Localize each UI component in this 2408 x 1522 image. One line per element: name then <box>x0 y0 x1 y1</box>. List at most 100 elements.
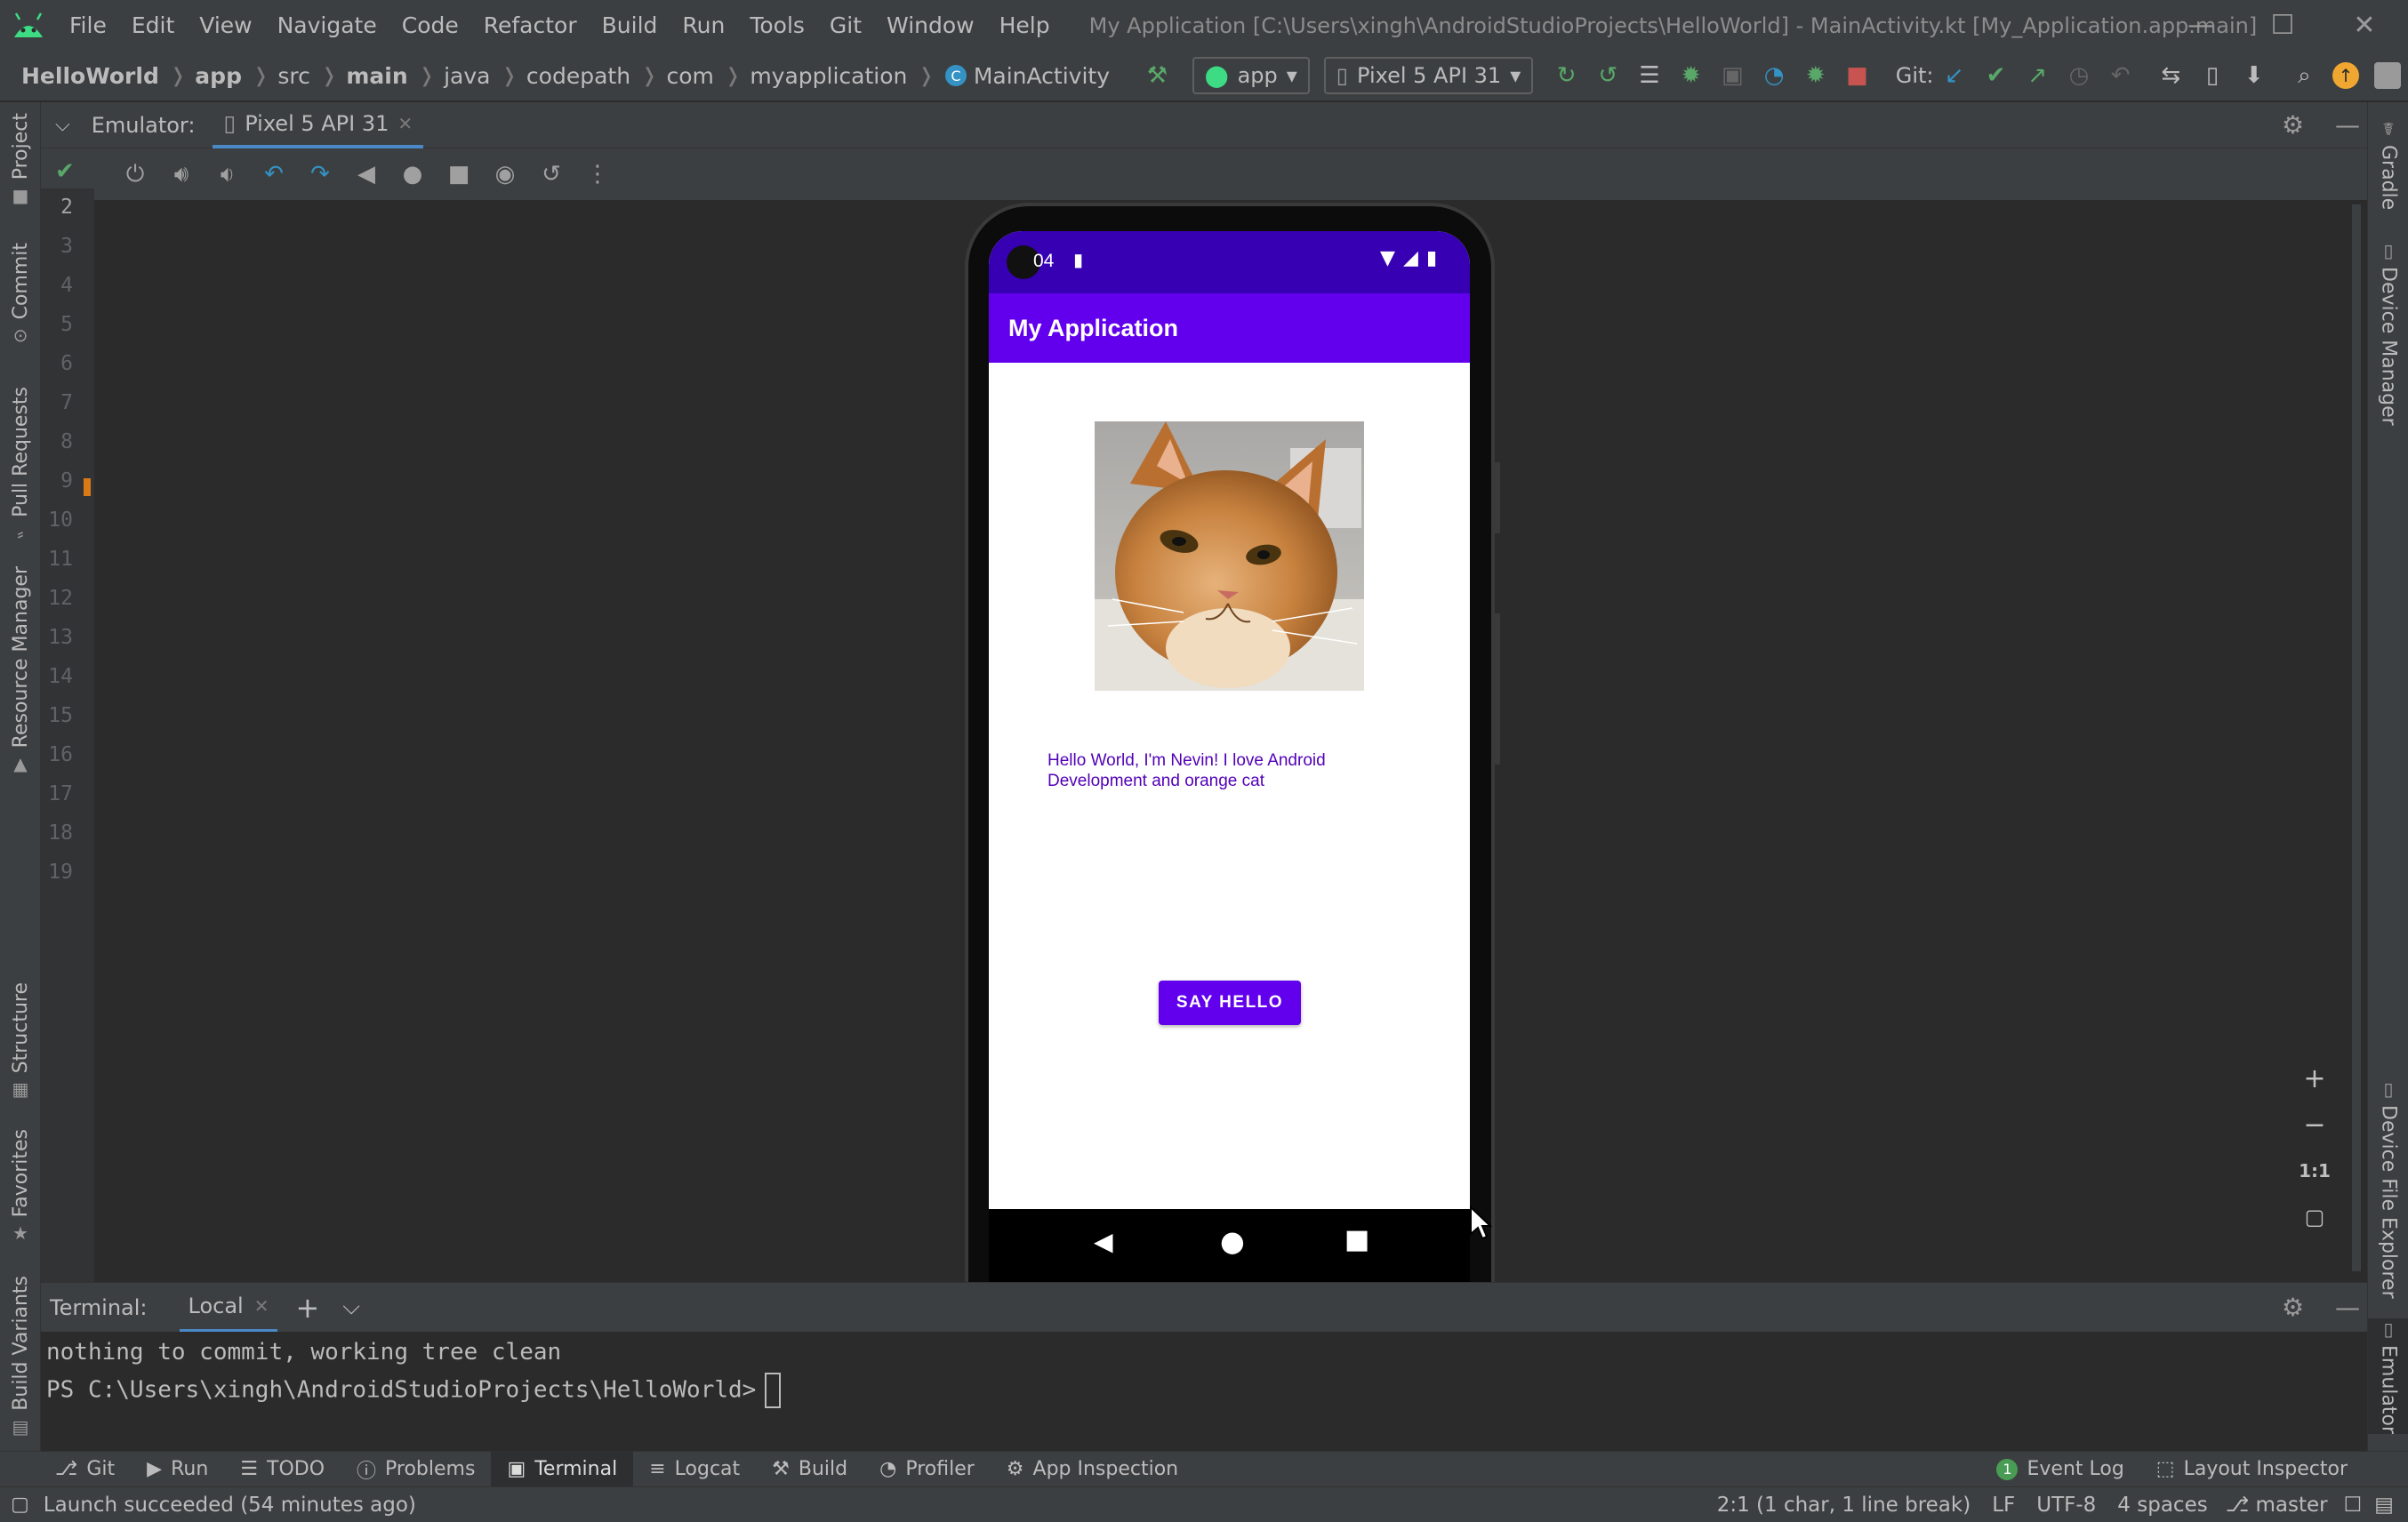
git-rollback-icon[interactable]: ↶ <box>2099 53 2141 98</box>
breadcrumb-item[interactable]: myapplication ❭ <box>741 63 935 89</box>
new-terminal-plus-icon[interactable]: + <box>295 1291 319 1325</box>
device-select[interactable]: ▯ Pixel 5 API 31 ▾ <box>1323 57 1534 94</box>
search-icon[interactable]: ⌕ <box>2284 53 2325 98</box>
tool-build[interactable]: ⚒ Build <box>756 1452 863 1487</box>
snapshot-icon[interactable]: ↺ <box>528 152 574 196</box>
gear-icon[interactable]: ⚙ <box>2282 110 2304 140</box>
menu-tools[interactable]: Tools <box>737 12 817 38</box>
avd-manager-icon[interactable]: ▯ <box>2192 53 2234 98</box>
terminal-body[interactable]: nothing to commit, working tree clean PS… <box>41 1332 2367 1451</box>
tab-build-variants[interactable]: Build Variants ▤ <box>0 1276 41 1438</box>
breadcrumb-item[interactable]: java ❭ <box>435 63 518 89</box>
volume-up-icon[interactable]: 🔊︎ <box>158 152 205 196</box>
tab-project[interactable]: Project ■ <box>0 113 41 206</box>
line-separator[interactable]: LF <box>1992 1494 2015 1517</box>
power-icon[interactable]: ⏻ <box>112 152 158 196</box>
breadcrumb-item[interactable]: main ❭ <box>337 63 435 89</box>
status-message[interactable]: Launch succeeded (54 minutes ago) <box>44 1494 416 1517</box>
tool-todo[interactable]: ☰ TODO <box>224 1452 341 1487</box>
tool-logcat[interactable]: ≡ Logcat <box>633 1452 756 1487</box>
tool-problems[interactable]: ⓘ Problems <box>341 1452 491 1487</box>
account-avatar-icon[interactable] <box>2366 53 2408 98</box>
tool-run[interactable]: ▶ Run <box>131 1452 224 1487</box>
menu-edit[interactable]: Edit <box>119 12 187 38</box>
vertical-scrollbar[interactable] <box>2352 204 2361 1271</box>
chevron-down-icon[interactable]: ⌵ <box>342 1294 360 1321</box>
rerun-icon[interactable]: ↻ <box>1545 53 1587 98</box>
menu-file[interactable]: File <box>57 12 119 38</box>
close-window-icon[interactable]: ✕ <box>2324 0 2404 51</box>
tool-layout-inspector[interactable]: ⬚ Layout Inspector <box>2140 1452 2364 1487</box>
sdk-manager-icon[interactable]: ⬇ <box>2233 53 2275 98</box>
tab-gradle[interactable]: ☤ Gradle <box>2368 118 2408 210</box>
tab-resource-manager[interactable]: Resource Manager ▲ <box>0 566 41 774</box>
breadcrumb-item[interactable]: src ❭ <box>269 63 337 89</box>
menu-help[interactable]: Help <box>987 12 1063 38</box>
breadcrumb-item[interactable]: C MainActivity <box>935 63 1110 89</box>
git-commit-icon[interactable]: ✔ <box>1975 53 2017 98</box>
menu-refactor[interactable]: Refactor <box>471 12 590 38</box>
overview-icon[interactable]: ■ <box>436 152 482 196</box>
git-branch-widget[interactable]: ⎇ master <box>2226 1494 2328 1517</box>
screenshot-camera-icon[interactable]: ◉ <box>482 152 528 196</box>
profile-icon[interactable]: ◔ <box>1754 53 1795 98</box>
back-icon[interactable]: ◀ <box>343 152 389 196</box>
breadcrumb-item[interactable]: codepath ❭ <box>518 63 658 89</box>
nav-home-icon[interactable]: ● <box>1220 1224 1245 1258</box>
breadcrumb-item[interactable]: HelloWorld ❭ <box>0 63 186 89</box>
git-update-icon[interactable]: ↙ <box>1934 53 1976 98</box>
collapse-chevron-icon[interactable]: ⌵ <box>55 114 70 136</box>
attach-debugger-icon[interactable]: ✹ <box>1794 53 1836 98</box>
menu-run[interactable]: Run <box>670 12 737 38</box>
run-config-select[interactable]: ⬤ app ▾ <box>1192 57 1310 94</box>
tab-commit[interactable]: Commit ⊙ <box>0 243 41 346</box>
file-encoding[interactable]: UTF-8 <box>2036 1494 2096 1517</box>
menu-code[interactable]: Code <box>389 12 471 38</box>
tab-terminal-local[interactable]: Local ✕ <box>179 1283 278 1333</box>
stop-icon[interactable]: ■ <box>1836 53 1878 98</box>
tab-device-file-explorer[interactable]: ▯ Device File Explorer <box>2368 1078 2408 1299</box>
close-tab-icon[interactable]: ✕ <box>254 1295 269 1317</box>
apply-changes-icon[interactable]: ↺ <box>1587 53 1629 98</box>
home-icon[interactable]: ● <box>389 152 436 196</box>
tool-event-log[interactable]: 1 Event Log <box>1980 1452 2139 1487</box>
sync-gradle-icon[interactable]: ⇆ <box>2150 53 2192 98</box>
tab-emulator-device[interactable]: ▯ Pixel 5 API 31 ✕ <box>213 102 424 148</box>
phone-volume-button[interactable] <box>1495 613 1500 765</box>
tab-device-manager[interactable]: ▯ Device Manager <box>2368 240 2408 426</box>
rotate-right-icon[interactable]: ↷ <box>297 152 343 196</box>
zoom-out-icon[interactable]: − <box>2292 1102 2337 1147</box>
tab-emulator[interactable]: ▯ Emulator <box>2368 1318 2408 1434</box>
rotate-left-icon[interactable]: ↶ <box>251 152 297 196</box>
close-tab-icon[interactable]: ✕ <box>397 113 413 134</box>
hide-panel-icon[interactable]: — <box>2335 1293 2360 1322</box>
toggle-tool-windows-icon[interactable]: ▢ <box>11 1494 29 1516</box>
git-history-icon[interactable]: ◷ <box>2059 53 2100 98</box>
menu-build[interactable]: Build <box>590 12 670 38</box>
update-icon[interactable]: ↑ <box>2325 53 2367 98</box>
volume-down-icon[interactable]: 🔉︎ <box>205 152 251 196</box>
tab-pull-requests[interactable]: Pull Requests ⸗ <box>0 387 41 545</box>
zoom-in-icon[interactable]: + <box>2292 1056 2337 1101</box>
hide-panel-icon[interactable]: — <box>2335 110 2360 140</box>
caret-position[interactable]: 2:1 (1 char, 1 line break) <box>1717 1494 1971 1517</box>
coverage-icon[interactable]: ▣ <box>1712 53 1754 98</box>
zoom-fit-icon[interactable]: ▢ <box>2292 1195 2337 1239</box>
say-hello-button[interactable]: SAY HELLO <box>1159 981 1301 1025</box>
menu-git[interactable]: Git <box>817 12 874 38</box>
breadcrumb-item[interactable]: app ❭ <box>186 63 269 89</box>
gear-icon[interactable]: ⚙ <box>2282 1293 2304 1322</box>
menu-view[interactable]: View <box>187 12 264 38</box>
minimize-icon[interactable]: — <box>2161 0 2241 51</box>
git-push-icon[interactable]: ↗ <box>2017 53 2059 98</box>
tool-git[interactable]: ⎇ Git <box>39 1452 131 1487</box>
tab-favorites[interactable]: Favorites ★ <box>0 1129 41 1244</box>
tool-profiler[interactable]: ◔ Profiler <box>863 1452 991 1487</box>
lock-icon[interactable]: ☐ <box>2344 1494 2363 1517</box>
indent-setting[interactable]: 4 spaces <box>2117 1494 2207 1517</box>
breadcrumb-item[interactable]: com ❭ <box>657 63 741 89</box>
tool-terminal[interactable]: ▣ Terminal <box>491 1451 634 1487</box>
menu-window[interactable]: Window <box>874 12 987 38</box>
tab-structure[interactable]: Structure ▦ <box>0 982 41 1100</box>
make-project-hammer-icon[interactable]: ⚒ <box>1136 53 1178 98</box>
